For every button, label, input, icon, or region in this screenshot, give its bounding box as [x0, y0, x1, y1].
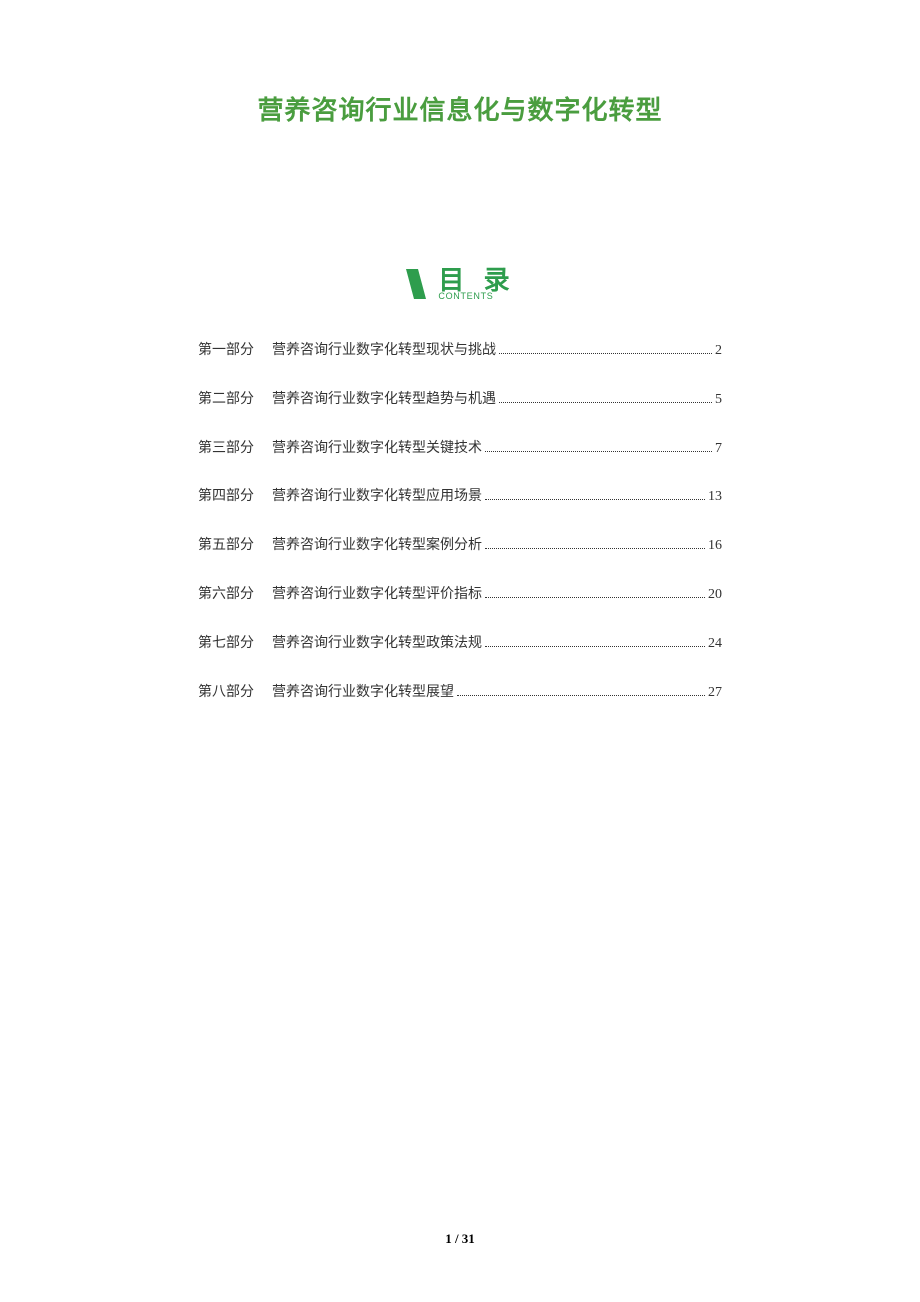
- toc-dots: [499, 353, 712, 354]
- page-number: 1 / 31: [0, 1231, 920, 1247]
- toc-sublabel: CONTENTS: [438, 292, 493, 301]
- toc-dots: [485, 646, 705, 647]
- toc-title: 营养咨询行业数字化转型展望: [272, 685, 454, 702]
- toc-dots: [485, 499, 705, 500]
- toc-page: 16: [708, 538, 722, 555]
- toc-header: 目 录 CONTENTS: [120, 267, 800, 301]
- toc-title: 营养咨询行业数字化转型现状与挑战: [272, 343, 496, 360]
- toc-page: 7: [715, 441, 722, 458]
- toc-part: 第六部分: [198, 587, 254, 604]
- toc-part: 第四部分: [198, 489, 254, 506]
- toc-title: 营养咨询行业数字化转型关键技术: [272, 441, 482, 458]
- toc-label-group: 目 录 CONTENTS: [438, 267, 515, 301]
- toc-part: 第五部分: [198, 538, 254, 555]
- toc-page: 27: [708, 685, 722, 702]
- toc-dots: [499, 402, 712, 403]
- toc-page: 5: [715, 392, 722, 409]
- toc-list: 第一部分 营养咨询行业数字化转型现状与挑战 2 第二部分 营养咨询行业数字化转型…: [120, 343, 800, 701]
- toc-page: 2: [715, 343, 722, 360]
- toc-label: 目 录: [438, 267, 515, 293]
- toc-row: 第六部分 营养咨询行业数字化转型评价指标 20: [198, 587, 722, 604]
- toc-row: 第八部分 营养咨询行业数字化转型展望 27: [198, 685, 722, 702]
- toc-row: 第四部分 营养咨询行业数字化转型应用场景 13: [198, 489, 722, 506]
- toc-row: 第二部分 营养咨询行业数字化转型趋势与机遇 5: [198, 392, 722, 409]
- toc-title: 营养咨询行业数字化转型案例分析: [272, 538, 482, 555]
- toc-part: 第八部分: [198, 685, 254, 702]
- toc-title: 营养咨询行业数字化转型趋势与机遇: [272, 392, 496, 409]
- toc-mark-icon: [404, 267, 430, 301]
- toc-dots: [485, 597, 705, 598]
- toc-part: 第一部分: [198, 343, 254, 360]
- toc-title: 营养咨询行业数字化转型评价指标: [272, 587, 482, 604]
- toc-row: 第七部分 营养咨询行业数字化转型政策法规 24: [198, 636, 722, 653]
- toc-part: 第二部分: [198, 392, 254, 409]
- toc-dots: [485, 451, 712, 452]
- toc-page: 24: [708, 636, 722, 653]
- document-title: 营养咨询行业信息化与数字化转型: [120, 90, 800, 127]
- page-container: 营养咨询行业信息化与数字化转型 目 录 CONTENTS 第一部分 营养咨询行业…: [0, 0, 920, 1302]
- toc-title: 营养咨询行业数字化转型政策法规: [272, 636, 482, 653]
- toc-part: 第三部分: [198, 441, 254, 458]
- toc-dots: [485, 548, 705, 549]
- toc-dots: [457, 695, 705, 696]
- toc-page: 20: [708, 587, 722, 604]
- toc-title: 营养咨询行业数字化转型应用场景: [272, 489, 482, 506]
- toc-row: 第一部分 营养咨询行业数字化转型现状与挑战 2: [198, 343, 722, 360]
- toc-part: 第七部分: [198, 636, 254, 653]
- toc-row: 第五部分 营养咨询行业数字化转型案例分析 16: [198, 538, 722, 555]
- toc-page: 13: [708, 489, 722, 506]
- toc-row: 第三部分 营养咨询行业数字化转型关键技术 7: [198, 441, 722, 458]
